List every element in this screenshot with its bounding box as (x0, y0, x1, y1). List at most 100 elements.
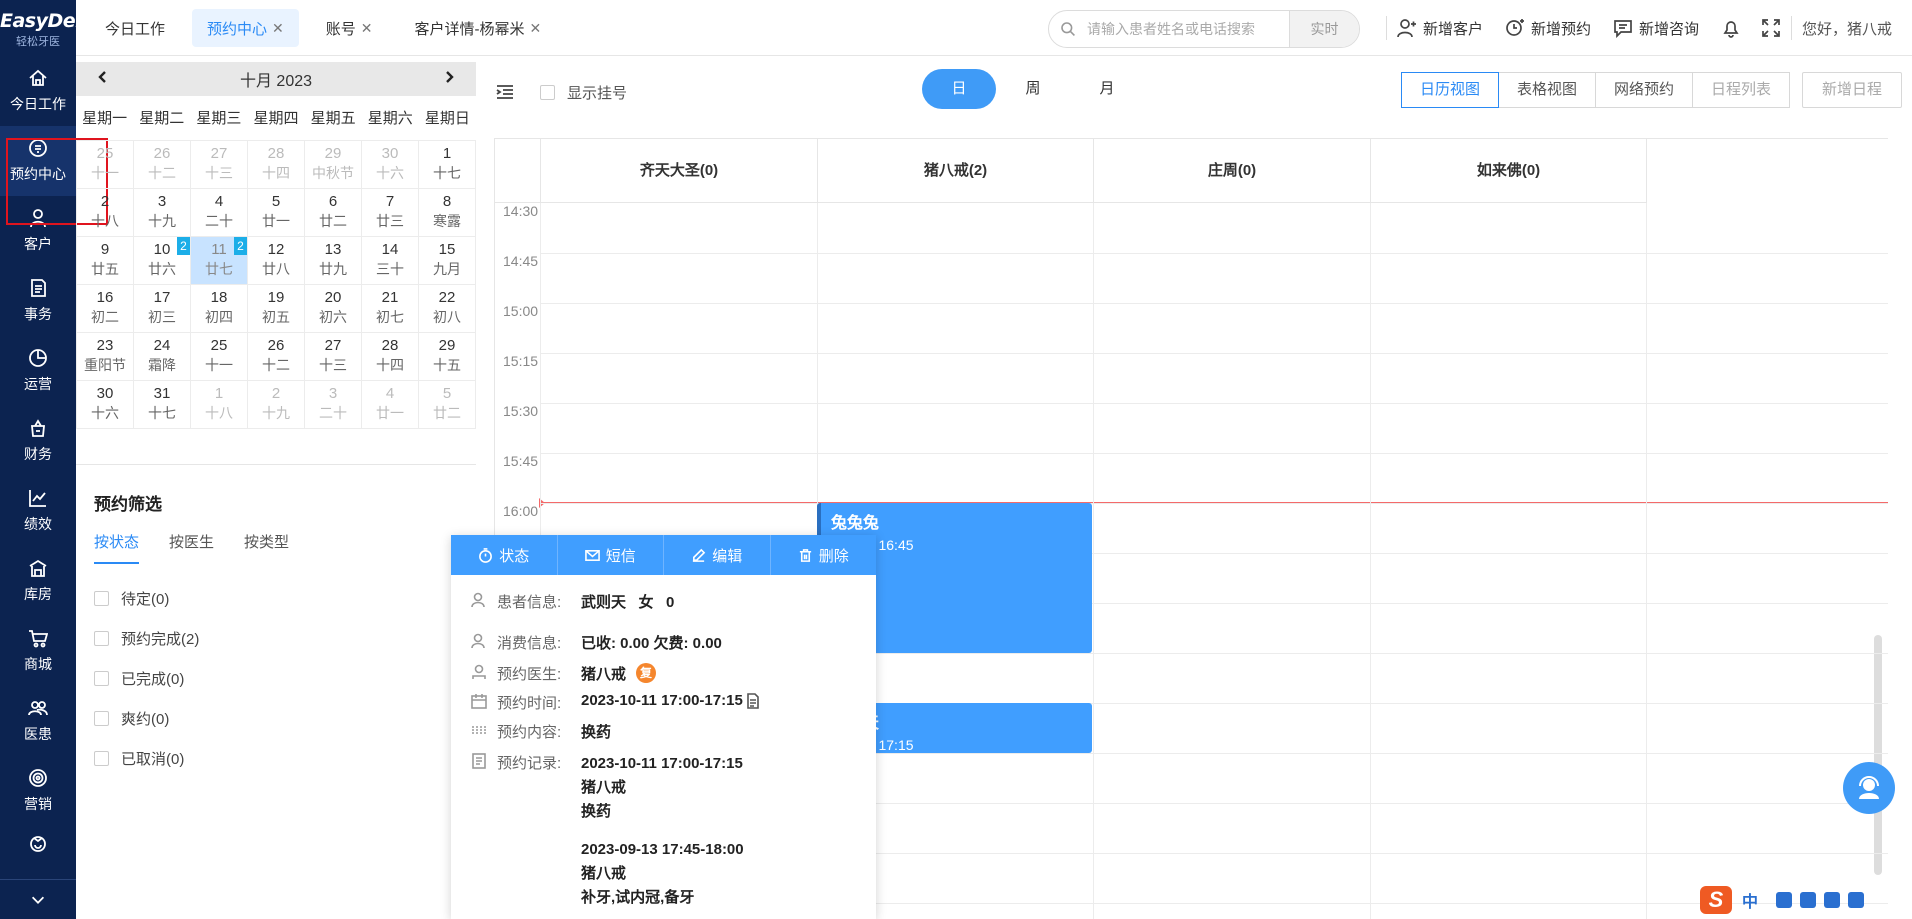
calendar-day[interactable]: 1 十七 (419, 141, 476, 189)
calendar-day[interactable]: 16 初二 (77, 285, 134, 333)
calendar-day[interactable]: 2 十九 (248, 381, 305, 429)
view-button[interactable]: 表格视图 (1498, 72, 1597, 108)
sidebar-item-appointment[interactable]: 预约中心 (0, 126, 76, 196)
edit-button[interactable]: 编辑 (664, 535, 771, 575)
fullscreen-button[interactable] (1761, 18, 1781, 38)
calendar-day[interactable]: 5 廿一 (248, 189, 305, 237)
checkbox[interactable] (540, 85, 555, 100)
new-customer-button[interactable]: 新增客户 (1397, 18, 1483, 39)
tab-3[interactable]: 客户详情-杨幂米 ✕ (400, 9, 557, 47)
sidebar-item-doctor-patient[interactable]: 医患 (0, 686, 76, 756)
checkbox[interactable] (94, 590, 109, 606)
new-consult-button[interactable]: 新增咨询 (1613, 18, 1699, 39)
calendar-day[interactable]: 22 初八 (419, 285, 476, 333)
status-button[interactable]: 状态 (451, 535, 558, 575)
calendar-day[interactable]: 19 初五 (248, 285, 305, 333)
filter-option[interactable]: 已取消(0) (94, 738, 476, 778)
filter-tab[interactable]: 按医生 (169, 531, 214, 564)
calendar-day[interactable]: 6 廿二 (305, 189, 362, 237)
checkbox[interactable] (94, 630, 109, 646)
range-tab[interactable]: 周 (996, 69, 1070, 109)
new-appointment-button[interactable]: 新增预约 (1505, 18, 1591, 39)
new-schedule-button[interactable]: 新增日程 (1802, 72, 1903, 108)
filter-option[interactable]: 待定(0) (94, 578, 476, 618)
calendar-day[interactable]: 8 寒露 (419, 189, 476, 237)
checkbox[interactable] (94, 710, 109, 726)
sidebar-more-button[interactable] (0, 879, 76, 919)
filter-option[interactable]: 爽约(0) (94, 698, 476, 738)
collapse-button[interactable] (496, 84, 514, 103)
ime-toolbar[interactable]: S 中 (1700, 886, 1865, 914)
view-button[interactable]: 网络预约 (1595, 72, 1694, 108)
calendar-day[interactable]: 3 十九 (134, 189, 191, 237)
calendar-day[interactable]: 10 廿六 2 (134, 237, 191, 285)
calendar-day[interactable]: 4 廿一 (362, 381, 419, 429)
filter-tab[interactable]: 按类型 (244, 531, 289, 564)
sidebar-item-customer[interactable]: 客户 (0, 196, 76, 266)
calendar-day[interactable]: 17 初三 (134, 285, 191, 333)
range-tab[interactable]: 日 (922, 69, 996, 109)
sidebar-item-cart[interactable]: 商城 (0, 616, 76, 686)
calendar-day[interactable]: 3 二十 (305, 381, 362, 429)
checkbox[interactable] (94, 670, 109, 686)
prev-month-button[interactable] (96, 70, 110, 89)
sidebar-item-marketing[interactable]: 营销 (0, 756, 76, 826)
calendar-day[interactable]: 21 初七 (362, 285, 419, 333)
calendar-day[interactable]: 20 初六 (305, 285, 362, 333)
customer-service-button[interactable] (1843, 762, 1895, 814)
notification-button[interactable] (1721, 18, 1741, 38)
calendar-day[interactable]: 9 廿五 (77, 237, 134, 285)
calendar-day[interactable]: 14 三十 (362, 237, 419, 285)
calendar-day[interactable]: 2 十八 (77, 189, 134, 237)
calendar-day[interactable]: 29 十五 (419, 333, 476, 381)
sidebar-item-performance[interactable]: 绩效 (0, 476, 76, 546)
calendar-day[interactable]: 24 霜降 (134, 333, 191, 381)
calendar-day[interactable]: 28 十四 (362, 333, 419, 381)
close-icon[interactable]: ✕ (361, 20, 373, 37)
calendar-day[interactable]: 15 九月 (419, 237, 476, 285)
calendar-day[interactable]: 27 十三 (305, 333, 362, 381)
close-icon[interactable]: ✕ (272, 20, 284, 37)
calendar-day[interactable]: 4 二十 (191, 189, 248, 237)
calendar-day[interactable]: 28 十四 (248, 141, 305, 189)
show-registration-toggle[interactable]: 显示挂号 (540, 82, 627, 103)
checkbox[interactable] (94, 750, 109, 766)
view-button[interactable]: 日程列表 (1692, 72, 1791, 108)
user-greeting[interactable]: 您好，猪八戒 (1802, 18, 1892, 39)
calendar-day[interactable]: 29 中秋节 (305, 141, 362, 189)
filter-tab[interactable]: 按状态 (94, 531, 140, 564)
sidebar-item-home[interactable]: 今日工作 (0, 56, 76, 126)
close-icon[interactable]: ✕ (530, 20, 542, 37)
search-input[interactable] (1087, 21, 1289, 37)
sidebar-item-gift[interactable] (0, 826, 76, 866)
calendar-day[interactable]: 26 十二 (248, 333, 305, 381)
calendar-day[interactable]: 7 廿三 (362, 189, 419, 237)
tab-0[interactable]: 今日工作 (90, 9, 180, 47)
calendar-day[interactable]: 13 廿九 (305, 237, 362, 285)
calendar-day[interactable]: 31 十七 (134, 381, 191, 429)
calendar-day[interactable]: 27 十三 (191, 141, 248, 189)
document-icon[interactable] (745, 693, 763, 711)
tab-1[interactable]: 预约中心 ✕ (192, 9, 299, 47)
calendar-day[interactable]: 12 廿八 (248, 237, 305, 285)
sidebar-item-warehouse[interactable]: 库房 (0, 546, 76, 616)
calendar-day[interactable]: 5 廿二 (419, 381, 476, 429)
calendar-day[interactable]: 30 十六 (362, 141, 419, 189)
filter-option[interactable]: 已完成(0) (94, 658, 476, 698)
calendar-day[interactable]: 18 初四 (191, 285, 248, 333)
tab-2[interactable]: 账号 ✕ (311, 9, 388, 47)
sms-button[interactable]: 短信 (558, 535, 664, 575)
calendar-day[interactable]: 11 廿七 2 (191, 237, 248, 285)
calendar-day[interactable]: 23 重阳节 (77, 333, 134, 381)
range-tab[interactable]: 月 (1070, 69, 1144, 109)
sidebar-item-finance[interactable]: 财务 (0, 406, 76, 476)
calendar-day[interactable]: 25 十一 (77, 141, 134, 189)
sidebar-item-task[interactable]: 事务 (0, 266, 76, 336)
view-button[interactable]: 日历视图 (1401, 72, 1500, 108)
calendar-day[interactable]: 26 十二 (134, 141, 191, 189)
calendar-day[interactable]: 25 十一 (191, 333, 248, 381)
sidebar-item-operations[interactable]: 运营 (0, 336, 76, 406)
delete-button[interactable]: 删除 (771, 535, 877, 575)
next-month-button[interactable] (442, 70, 456, 89)
calendar-day[interactable]: 30 十六 (77, 381, 134, 429)
